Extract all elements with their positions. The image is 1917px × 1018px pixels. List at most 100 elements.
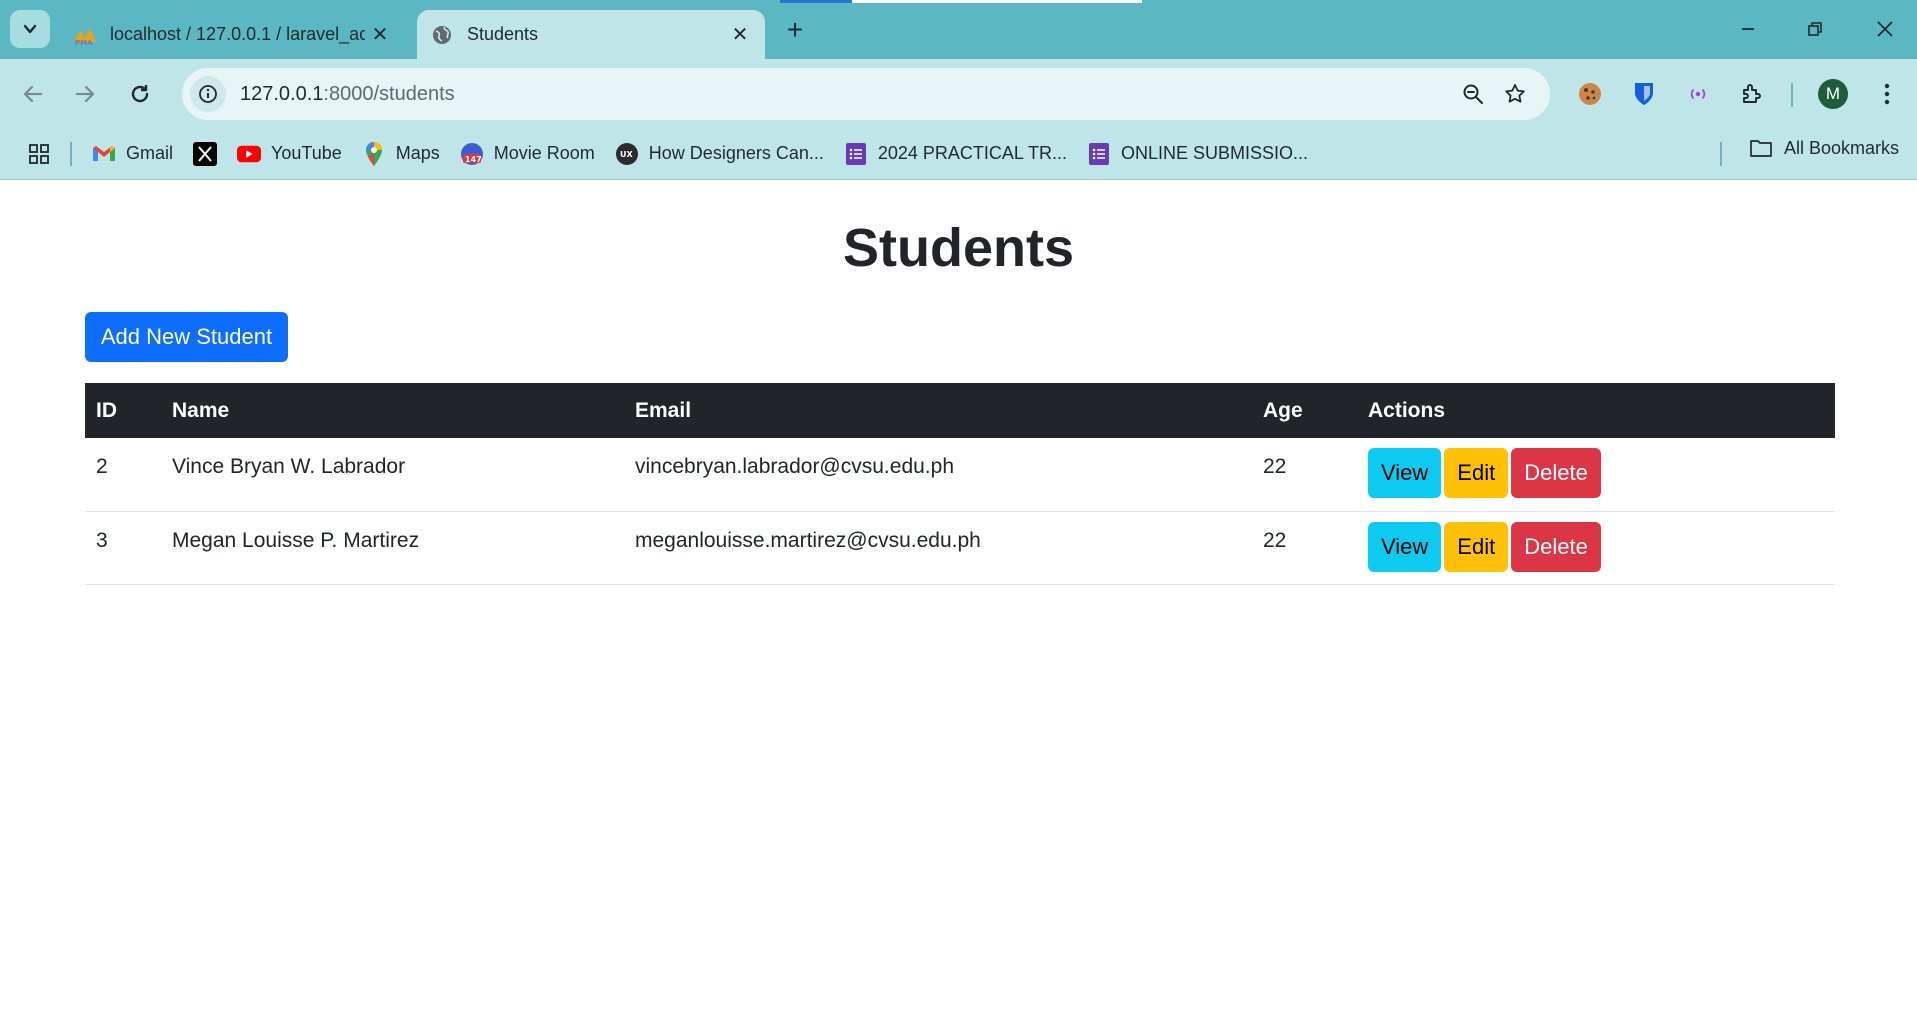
arrow-right-icon (75, 85, 95, 103)
globe-icon (429, 22, 455, 48)
reload-icon (131, 85, 149, 103)
bitwarden-extension-icon[interactable] (1623, 73, 1665, 115)
edit-button[interactable]: Edit (1444, 448, 1509, 498)
bookmark-how-designers[interactable]: UX How Designers Can... (609, 136, 830, 172)
arrow-left-icon (23, 85, 43, 103)
view-button[interactable]: View (1368, 448, 1442, 498)
gmail-icon (92, 142, 116, 166)
bookmark-label: ONLINE SUBMISSIO... (1120, 143, 1308, 163)
bookmark-label: YouTube (271, 143, 342, 163)
apps-button[interactable] (22, 136, 56, 172)
cookie-extension-icon[interactable] (1569, 73, 1611, 115)
tab-title: Students (467, 24, 539, 44)
forms-icon (844, 142, 868, 166)
zoom-icon[interactable] (1452, 73, 1494, 115)
table-header: ID Name Email Age Actions (85, 383, 1835, 438)
edit-button[interactable]: Edit (1444, 521, 1509, 572)
toolbar-divider (1791, 83, 1793, 107)
page-title: Students (842, 218, 1074, 278)
restore-icon (1808, 22, 1822, 36)
broadcast-extension-icon[interactable] (1677, 73, 1719, 115)
page-content: Students Add New Student ID Name Email A… (0, 181, 1917, 1018)
menu-button[interactable] (1866, 73, 1908, 115)
phpmyadmin-icon: PMA (72, 22, 98, 48)
bookmark-x[interactable] (187, 136, 223, 172)
column-header-actions: Actions (1368, 398, 1446, 422)
bookmark-label: Maps (395, 143, 440, 163)
all-bookmarks-label: All Bookmarks (1783, 137, 1899, 158)
chevron-down-icon (23, 24, 37, 34)
maps-icon (362, 141, 386, 166)
view-button[interactable]: View (1368, 521, 1442, 572)
bookmark-label: Gmail (126, 143, 174, 163)
address-bar[interactable]: 127.0.0.1:8000/students (182, 68, 1550, 120)
student-id: 2 (85, 438, 161, 512)
delete-button[interactable]: Delete (1511, 448, 1601, 498)
row-actions: View Edit Delete (1357, 438, 1835, 512)
more-vertical-icon (1884, 83, 1890, 105)
extensions-puzzle-icon[interactable] (1731, 73, 1773, 115)
ux-icon: UX (615, 142, 639, 166)
bookmark-label: 2024 PRACTICAL TR... (877, 143, 1067, 163)
close-window-button[interactable] (1855, 8, 1915, 50)
column-header-email: Email (635, 398, 692, 422)
svg-text:UX: UX (620, 150, 633, 159)
delete-button[interactable]: Delete (1511, 521, 1601, 572)
site-info-button[interactable] (190, 76, 226, 112)
bookmark-movie-room[interactable]: 147 Movie Room (454, 136, 601, 172)
url-host: 127.0.0.1 (240, 82, 324, 105)
students-table: ID Name Email Age Actions 2 Vince Bryan … (85, 383, 1835, 585)
svg-text:147: 147 (465, 155, 482, 164)
tab-search-button[interactable] (10, 10, 50, 48)
student-age: 22 (1252, 511, 1357, 585)
reload-button[interactable] (119, 73, 161, 115)
column-header-id: ID (96, 398, 117, 422)
bookmarks-bar: Gmail YouTube Maps 147 Movie Room UX How… (0, 128, 1917, 180)
svg-text:PMA: PMA (75, 39, 93, 46)
student-email: meganlouisse.martirez@cvsu.edu.ph (624, 511, 1252, 585)
bookmarks-divider (1720, 142, 1722, 166)
browser-toolbar: 127.0.0.1:8000/students M (0, 59, 1917, 128)
bookmark-maps[interactable]: Maps (356, 136, 446, 172)
bookmark-gmail[interactable]: Gmail (86, 136, 179, 172)
x-icon (193, 141, 218, 166)
column-header-name: Name (172, 398, 230, 422)
bookmark-online-submission[interactable]: ONLINE SUBMISSIO... (1081, 136, 1314, 172)
loading-indicator (780, 0, 852, 3)
avatar: M (1818, 79, 1848, 109)
loading-indicator-track (852, 0, 1142, 3)
close-icon (1877, 21, 1893, 37)
minimize-icon (1742, 28, 1754, 30)
new-tab-button[interactable]: + (776, 14, 814, 46)
bookmark-youtube[interactable]: YouTube (231, 136, 348, 172)
youtube-icon (237, 142, 262, 166)
table-row: 3 Megan Louisse P. Martirez meganlouisse… (85, 511, 1835, 585)
restore-button[interactable] (1785, 8, 1845, 50)
bookmark-practical[interactable]: 2024 PRACTICAL TR... (838, 136, 1073, 172)
minimize-button[interactable] (1718, 8, 1778, 50)
table-row: 2 Vince Bryan W. Labrador vincebryan.lab… (85, 438, 1835, 512)
student-age: 22 (1252, 438, 1357, 512)
url-path: :8000/students (323, 82, 455, 105)
tab-phpmyadmin[interactable]: PMA localhost / 127.0.0.1 / laravel_ac ✕ (60, 10, 405, 59)
row-actions: View Edit Delete (1357, 511, 1835, 585)
bookmark-label: Movie Room (493, 143, 595, 163)
forward-button[interactable] (64, 73, 106, 115)
student-name: Vince Bryan W. Labrador (161, 438, 624, 512)
back-button[interactable] (12, 73, 54, 115)
bookmark-label: How Designers Can... (648, 143, 824, 163)
url-text[interactable]: 127.0.0.1:8000/students (240, 83, 1452, 106)
close-icon[interactable]: ✕ (725, 20, 755, 50)
student-id: 3 (85, 511, 161, 585)
movie-room-icon: 147 (460, 142, 484, 166)
all-bookmarks-button[interactable]: All Bookmarks (1748, 136, 1899, 160)
tab-strip: PMA localhost / 127.0.0.1 / laravel_ac ✕… (0, 0, 1917, 59)
close-icon[interactable]: ✕ (365, 20, 395, 50)
tab-students[interactable]: Students ✕ (417, 10, 765, 59)
star-icon[interactable] (1494, 73, 1536, 115)
student-name: Megan Louisse P. Martirez (161, 511, 624, 585)
add-student-button[interactable]: Add New Student (85, 312, 288, 362)
folder-icon (1748, 136, 1774, 160)
apps-grid-icon (29, 143, 49, 164)
profile-button[interactable]: M (1812, 73, 1854, 115)
